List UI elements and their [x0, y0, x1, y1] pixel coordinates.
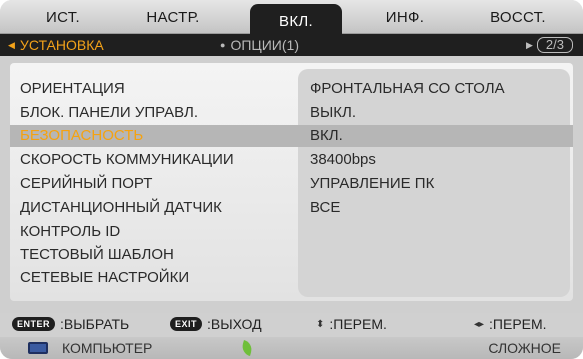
- help-up-down: ⬍ :ПЕРЕМ.: [316, 316, 387, 332]
- setting-label: БЕЗОПАСНОСТЬ: [20, 127, 144, 144]
- setting-row-security[interactable]: БЕЗОПАСНОСТЬ ВКЛ.: [10, 125, 573, 147]
- setting-label: СКОРОСТЬ КОММУНИКАЦИИ: [20, 151, 234, 168]
- setting-value: ВЫКЛ.: [310, 104, 357, 121]
- exit-label: :ВЫХОД: [207, 316, 262, 332]
- setting-row-orientation[interactable]: ОРИЕНТАЦИЯ ФРОНТАЛЬНАЯ СО СТОЛА: [10, 78, 573, 100]
- setting-row-test-pattern[interactable]: ТЕСТОВЫЙ ШАБЛОН: [10, 244, 573, 266]
- projector-menu: ИСТ. НАСТР. ВКЛ. ИНФ. ВОССТ. ◀ УСТАНОВКА…: [0, 0, 583, 359]
- subtab-options-label: ОПЦИИ(1): [230, 37, 299, 53]
- status-bar: КОМПЬЮТЕР СЛОЖНОЕ: [0, 337, 583, 359]
- input-source: КОМПЬЮТЕР: [28, 340, 152, 356]
- setting-label: ТЕСТОВЫЙ ШАБЛОН: [20, 246, 174, 263]
- setting-row-network-settings[interactable]: СЕТЕВЫЕ НАСТРОЙКИ: [10, 267, 573, 289]
- tab-source[interactable]: ИСТ.: [18, 0, 108, 34]
- help-enter: ENTER :ВЫБРАТЬ: [12, 316, 129, 332]
- help-bar: ENTER :ВЫБРАТЬ EXIT :ВЫХОД ⬍ :ПЕРЕМ. ◂▸ …: [0, 313, 583, 337]
- bullet-icon: ●: [220, 40, 226, 50]
- triangle-left-icon: ◀: [8, 39, 15, 50]
- setting-row-remote-sensor[interactable]: ДИСТАНЦИОННЫЙ ДАТЧИК ВСЕ: [10, 197, 573, 219]
- up-down-label: :ПЕРЕМ.: [329, 316, 387, 332]
- setting-value: УПРАВЛЕНИЕ ПК: [310, 175, 435, 192]
- tab-adjust[interactable]: НАСТР.: [118, 0, 228, 34]
- setting-value: ФРОНТАЛЬНАЯ СО СТОЛА: [310, 80, 505, 97]
- setting-label: ОРИЕНТАЦИЯ: [20, 80, 125, 97]
- setting-row-communication-speed[interactable]: СКОРОСТЬ КОММУНИКАЦИИ 38400bps: [10, 149, 573, 171]
- setting-row-control-id[interactable]: КОНТРОЛЬ ID: [10, 221, 573, 243]
- setting-value: 38400bps: [310, 151, 376, 168]
- enter-label: :ВЫБРАТЬ: [60, 316, 130, 332]
- setting-label: БЛОК. ПАНЕЛИ УПРАВЛ.: [20, 104, 199, 121]
- left-right-label: :ПЕРЕМ.: [489, 316, 547, 332]
- subtab-installation[interactable]: ◀ УСТАНОВКА: [8, 34, 104, 56]
- setting-value: ВСЕ: [310, 199, 341, 216]
- tab-info[interactable]: ИНФ.: [360, 0, 450, 34]
- page-indicator: ▶ 2/3: [526, 37, 573, 53]
- up-down-arrow-icon: ⬍: [316, 318, 325, 330]
- help-exit: EXIT :ВЫХОД: [170, 316, 262, 332]
- subtab-options[interactable]: ● ОПЦИИ(1): [220, 34, 299, 56]
- settings-panel: ОРИЕНТАЦИЯ ФРОНТАЛЬНАЯ СО СТОЛА БЛОК. ПА…: [10, 63, 573, 301]
- triangle-right-icon: ▶: [526, 39, 533, 50]
- main-tab-bar: ИСТ. НАСТР. ВКЛ. ИНФ. ВОССТ.: [0, 0, 583, 38]
- source-label: КОМПЬЮТЕР: [62, 340, 153, 356]
- eco-leaf-icon: [240, 339, 254, 357]
- setting-label: СЕТЕВЫЕ НАСТРОЙКИ: [20, 269, 190, 286]
- setting-label: КОНТРОЛЬ ID: [20, 223, 121, 240]
- menu-mode: СЛОЖНОЕ: [488, 340, 561, 356]
- enter-key-badge: ENTER: [12, 317, 56, 331]
- setting-row-serial-port[interactable]: СЕРИЙНЫЙ ПОРТ УПРАВЛЕНИЕ ПК: [10, 173, 573, 195]
- exit-key-badge: EXIT: [170, 317, 203, 331]
- tab-reset[interactable]: ВОССТ.: [468, 0, 568, 34]
- setting-label: СЕРИЙНЫЙ ПОРТ: [20, 175, 153, 192]
- subtab-installation-label: УСТАНОВКА: [19, 37, 104, 53]
- setting-value: ВКЛ.: [310, 127, 343, 144]
- left-right-arrow-icon: ◂▸: [474, 318, 485, 330]
- setting-label: ДИСТАНЦИОННЫЙ ДАТЧИК: [20, 199, 222, 216]
- tab-setup[interactable]: ВКЛ.: [250, 4, 342, 38]
- help-left-right: ◂▸ :ПЕРЕМ.: [474, 316, 547, 332]
- sub-tab-bar: ◀ УСТАНОВКА ● ОПЦИИ(1) ▶ 2/3: [0, 34, 583, 56]
- setting-row-panel-lock[interactable]: БЛОК. ПАНЕЛИ УПРАВЛ. ВЫКЛ.: [10, 102, 573, 124]
- page-number: 2/3: [536, 37, 573, 53]
- monitor-icon: [28, 342, 48, 354]
